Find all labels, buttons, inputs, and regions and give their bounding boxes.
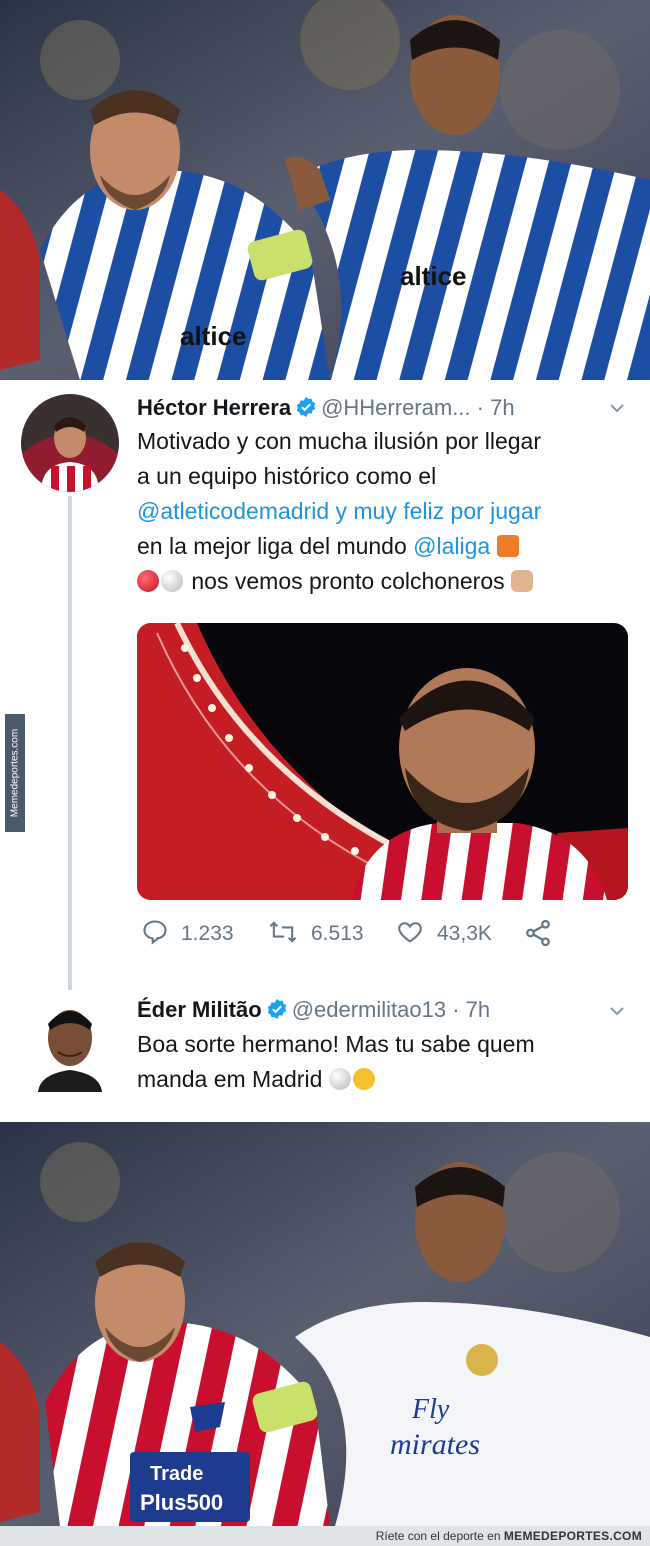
sponsor-trade: Trade	[150, 1463, 203, 1485]
author-handle[interactable]: @HHerreram...	[321, 395, 470, 420]
sponsor-plus500: Plus500	[140, 1490, 223, 1515]
tweet-1-header: Héctor Herrera @HHerreram... · 7h	[137, 395, 515, 424]
share-button[interactable]	[523, 918, 565, 948]
stadium-player-image	[137, 623, 628, 900]
tweet-time[interactable]: · 7h	[452, 997, 490, 1022]
avatar-eder-militao[interactable]	[34, 994, 106, 1092]
sponsor-fly: Fly	[411, 1394, 450, 1425]
reply-icon	[143, 920, 167, 945]
white-ball-emoji-icon	[161, 570, 183, 592]
chevron-down-icon[interactable]	[609, 401, 624, 413]
avatar-image	[21, 394, 119, 492]
author-name[interactable]: Héctor Herrera	[137, 395, 291, 420]
flexed-biceps-emoji-icon	[511, 570, 534, 592]
footer-bar: Ríete con el deporte en MEMEDEPORTES.COM	[0, 1526, 650, 1546]
heart-icon	[398, 922, 422, 943]
thread-connector	[68, 496, 72, 990]
footer-credit: Ríete con el deporte en MEMEDEPORTES.COM	[375, 1529, 642, 1543]
tweet-2-text: Boa sorte hermano! Mas tu sabe quem mand…	[137, 1031, 535, 1092]
tweet-1-text: Motivado y con mucha ilusión por llegar …	[137, 428, 542, 594]
retweet-button[interactable]: 6.513	[267, 918, 364, 946]
bottom-photo: Trade Plus500 Fly mirates	[0, 1122, 650, 1526]
retweet-icon	[269, 921, 297, 943]
avatar-image	[34, 994, 106, 1092]
verified-badge-icon	[295, 396, 317, 424]
like-button[interactable]: 43,3K	[395, 918, 492, 946]
share-icon	[526, 919, 550, 947]
winking-face-emoji-icon	[352, 1068, 375, 1090]
tweet-time[interactable]: · 7h	[477, 395, 515, 420]
author-name[interactable]: Éder Militão	[137, 997, 262, 1022]
white-ball-emoji-icon	[328, 1068, 351, 1090]
top-sponsor-right: altice	[400, 261, 467, 291]
mention-atleticodemadrid[interactable]: @atleticodemadrid y muy feliz por jugar	[137, 498, 541, 524]
top-sponsor-left: altice	[180, 321, 247, 351]
fox-emoji-icon	[496, 535, 519, 557]
footer-brand[interactable]: MEMEDEPORTES.COM	[504, 1529, 642, 1543]
mention-laliga[interactable]: @laliga	[413, 533, 490, 559]
top-photo: altice altice	[0, 0, 650, 380]
edited-players-illustration: Trade Plus500 Fly mirates	[0, 1122, 650, 1526]
side-watermark: Memedeportes.com	[5, 714, 25, 832]
red-ball-emoji-icon	[137, 570, 159, 592]
chevron-down-icon[interactable]	[609, 1004, 624, 1016]
porto-players-illustration: altice altice	[0, 0, 650, 380]
sponsor-emirates: mirates	[390, 1428, 480, 1461]
tweet-2-header: Éder Militão @edermilitao13 · 7h	[137, 997, 490, 1026]
reply-button[interactable]: 1.233	[141, 918, 234, 946]
avatar-hector-herrera[interactable]	[21, 394, 119, 492]
verified-badge-icon	[266, 998, 288, 1026]
author-handle[interactable]: @edermilitao13	[292, 997, 446, 1022]
tweet-media-image[interactable]	[137, 623, 628, 900]
